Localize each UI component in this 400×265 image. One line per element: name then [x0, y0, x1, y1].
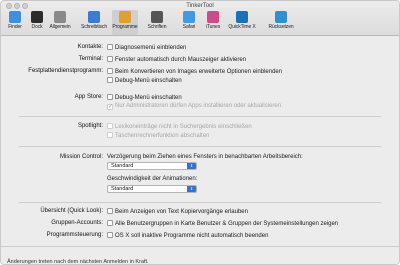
toolbar-item-allgemein[interactable]: Allgemein [47, 10, 73, 35]
animation-speed-description: Geschwindigkeit der Animationen: [107, 176, 198, 182]
row-terminal: Terminal: Fenster automatisch durch Maus… [1, 56, 399, 65]
checkbox-appstore-debug[interactable]: Debug-Menü einschalten [107, 94, 182, 101]
checkbox-box[interactable] [107, 220, 113, 226]
toolbar-label: Schreibtisch [80, 24, 108, 30]
checkbox-image-options[interactable]: Beim Konvertieren von Images erweiterte … [107, 68, 282, 75]
mission-delay-description: Verzögerung beim Ziehen eines Fensters i… [107, 154, 303, 160]
checkbox-label: Diagnosemenü einblenden [115, 45, 187, 51]
row-animation-speed: Geschwindigkeit der Animationen: [1, 176, 399, 185]
finder-icon [9, 11, 21, 23]
row-spotlight: Spotlight: Lexikoneinträge nicht in Such… [1, 123, 399, 132]
checkbox-box[interactable] [107, 208, 113, 214]
checkbox-label: Beim Anzeigen von Text Kopiervorgänge er… [115, 209, 248, 215]
toolbar-item-schriften[interactable]: Schriften [144, 10, 170, 35]
row-appstore: App Store: Debug-Menü einschalten [1, 94, 399, 103]
row-appstore-admin: Nur Administratoren dürfen Apps installi… [1, 103, 399, 112]
checkbox-label: Beim Konvertieren von Images erweiterte … [115, 69, 283, 75]
separator [19, 116, 381, 117]
row-quicklook: Übersicht (Quick Look): Beim Anzeigen vo… [1, 208, 399, 217]
checkbox-label: Alle Benutzergruppen in Karte Benutzer &… [115, 221, 339, 227]
checkbox-box[interactable] [107, 68, 113, 74]
chevron-updown-icon: ⇕ [187, 186, 196, 192]
label-appstore: App Store: [74, 94, 103, 100]
tinkertool-window: TinkerTool Finder Dock Allgemein Schreibtis… [0, 0, 400, 265]
toolbar-item-quicktime-x[interactable]: QuickTime X [224, 10, 260, 35]
row-gruppen: Gruppen-Accounts: Alle Benutzergruppen i… [1, 220, 399, 229]
toolbar-label: QuickTime X [228, 24, 256, 30]
applications-icon [119, 11, 131, 23]
delay-popup[interactable]: Standard ⇕ [107, 162, 197, 170]
checkbox-lexikon[interactable]: Lexikoneinträge nicht in Suchergebnis ei… [107, 123, 252, 130]
checkbox-no-auto-quit[interactable]: OS X soll inaktive Programme nicht autom… [107, 232, 268, 239]
checkbox-label: Debug-Menü einschalten [115, 78, 182, 84]
toolbar-item-itunes[interactable]: iTunes [200, 10, 226, 35]
checkbox-label: Debug-Menü einschalten [115, 95, 182, 101]
safari-icon [183, 11, 195, 23]
checkbox-quicklook-copy[interactable]: Beim Anzeigen von Text Kopiervorgänge er… [107, 208, 248, 215]
popup-value: Standard [111, 163, 134, 169]
reset-icon [275, 11, 287, 23]
checkbox-calculator[interactable]: Taschenrechnerfunktion abschalten [107, 132, 209, 139]
popup-value: Standard [111, 186, 134, 192]
label-quicklook: Übersicht (Quick Look): [40, 208, 103, 214]
animation-speed-popup[interactable]: Standard ⇕ [107, 185, 197, 193]
checkbox-admin-only[interactable]: Nur Administratoren dürfen Apps installi… [107, 103, 281, 110]
toolbar-label: Schriften [147, 24, 167, 30]
toolbar-item-programme[interactable]: Programme [112, 10, 138, 35]
toolbar-label: iTunes [205, 24, 221, 30]
checkbox-box[interactable] [107, 44, 113, 50]
general-icon [54, 11, 66, 23]
desktop-icon [88, 11, 100, 23]
row-mission-control: Mission Control: Verzögerung beim Ziehen… [1, 154, 399, 163]
row-kontakte: Kontakte: Diagnosemenü einblenden [1, 44, 399, 53]
label-spotlight: Spotlight: [77, 123, 103, 129]
checkbox-label: OS X soll inaktive Programme nicht autom… [115, 233, 269, 239]
toolbar: Finder Dock Allgemein Schreibtisch Programme… [1, 10, 399, 35]
toolbar-item-safari[interactable]: Safari [176, 10, 202, 35]
checkbox-terminal-focus[interactable]: Fenster automatisch durch Mauszeiger akt… [107, 56, 246, 63]
label-mission-control: Mission Control: [59, 154, 103, 160]
toolbar-label: Programme [112, 24, 138, 30]
separator [1, 246, 399, 247]
label-kontakte: Kontakte: [77, 44, 103, 50]
dock-icon [31, 11, 43, 23]
row-programmsteuerung: Programmsteuerung: OS X soll inaktive Pr… [1, 232, 399, 241]
row-festplatten-debug: Debug-Menü einschalten [1, 77, 399, 86]
checkbox-diagnose[interactable]: Diagnosemenü einblenden [107, 44, 186, 51]
toolbar-item-schreibtisch[interactable]: Schreibtisch [76, 10, 112, 35]
checkbox-label: Taschenrechnerfunktion abschalten [115, 133, 210, 139]
checkbox-box[interactable] [107, 104, 113, 110]
toolbar-label: Safari [182, 24, 196, 30]
checkbox-box[interactable] [107, 56, 113, 62]
row-spotlight-calc: Taschenrechnerfunktion abschalten [1, 132, 399, 141]
checkbox-label: Fenster automatisch durch Mauszeiger akt… [115, 57, 247, 63]
settings-pane: Kontakte: Diagnosemenü einblenden Termin… [1, 36, 399, 265]
fonts-icon [151, 11, 163, 23]
footer-note: Änderungen treten nach dem nächsten Anme… [7, 259, 149, 265]
checkbox-box[interactable] [107, 77, 113, 83]
window-title: TinkerTool [186, 3, 214, 9]
row-festplatten: Festplattendienstprogramm: Beim Konverti… [1, 68, 399, 77]
checkbox-label: Lexikoneinträge nicht in Suchergebnis ei… [115, 124, 252, 130]
checkbox-box[interactable] [107, 132, 113, 138]
checkbox-box[interactable] [107, 123, 113, 129]
label-terminal: Terminal: [78, 56, 103, 62]
label-festplatten: Festplattendienstprogramm: [28, 68, 103, 74]
label-programmsteuerung: Programmsteuerung: [46, 232, 103, 238]
checkbox-disk-debug[interactable]: Debug-Menü einschalten [107, 77, 182, 84]
checkbox-all-groups[interactable]: Alle Benutzergruppen in Karte Benutzer &… [107, 220, 338, 227]
separator [19, 202, 381, 203]
toolbar-label: Rücksetzen [268, 24, 294, 30]
chevron-updown-icon: ⇕ [187, 163, 196, 169]
quicktime-icon [236, 11, 248, 23]
checkbox-label: Nur Administratoren dürfen Apps installi… [115, 103, 282, 109]
separator [19, 146, 381, 147]
checkbox-box[interactable] [107, 232, 113, 238]
toolbar-item-rücksetzen[interactable]: Rücksetzen [264, 10, 298, 35]
title-bar: TinkerTool Finder Dock Allgemein Schreibtis… [1, 1, 399, 36]
itunes-icon [207, 11, 219, 23]
toolbar-label: Allgemein [49, 24, 71, 30]
checkbox-box[interactable] [107, 94, 113, 100]
label-gruppen: Gruppen-Accounts: [51, 220, 103, 226]
